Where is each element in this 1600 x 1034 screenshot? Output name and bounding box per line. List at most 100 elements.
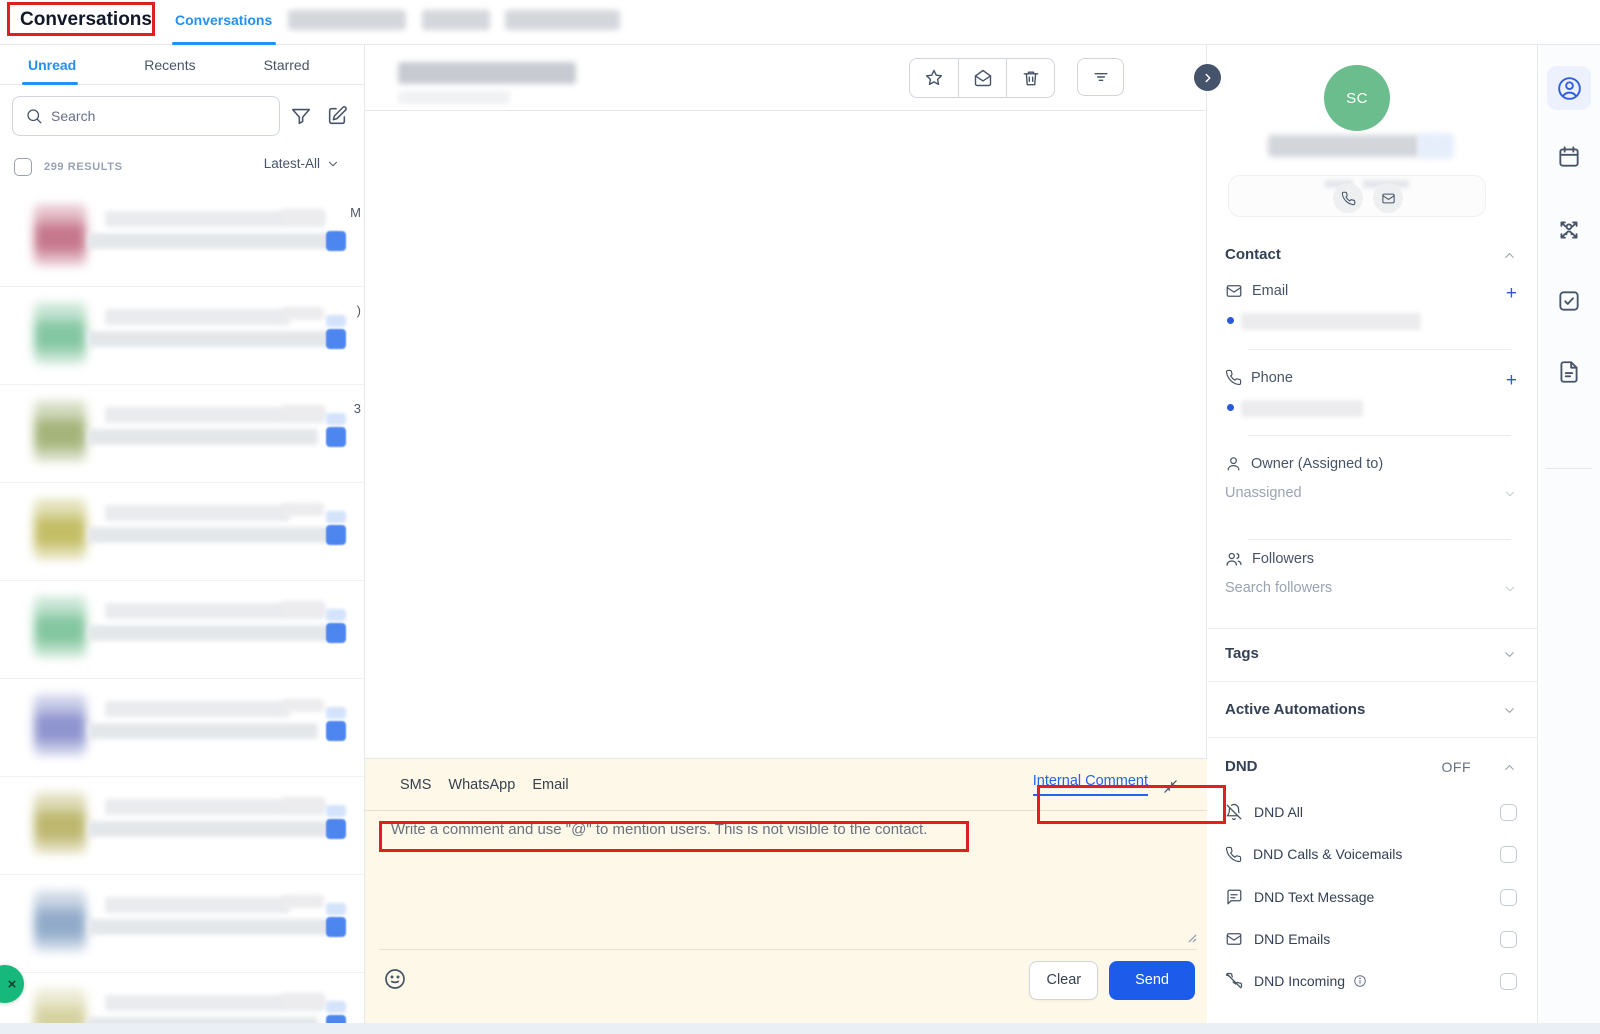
- email-button[interactable]: [1373, 183, 1403, 213]
- tab-email[interactable]: Email: [532, 777, 568, 793]
- chevron-down-icon[interactable]: [1502, 647, 1517, 662]
- chevron-down-icon[interactable]: [1503, 582, 1517, 596]
- bell-off-icon: [1225, 803, 1243, 821]
- tab-unread[interactable]: Unread: [28, 57, 76, 73]
- avatar: [34, 989, 86, 1023]
- search-row: [0, 85, 364, 147]
- redacted-preview: [88, 625, 340, 641]
- list-item[interactable]: [0, 483, 364, 581]
- avatar[interactable]: SC: [1324, 65, 1390, 131]
- owner-row: Owner (Assigned to): [1225, 455, 1383, 472]
- notes-icon[interactable]: [1547, 350, 1591, 394]
- add-phone-button[interactable]: +: [1506, 371, 1517, 390]
- nav-tab-redacted-1[interactable]: [288, 10, 406, 30]
- search-input[interactable]: [51, 108, 251, 124]
- quick-actions-card: [1228, 175, 1486, 217]
- star-button[interactable]: [910, 59, 958, 97]
- chevron-down-icon[interactable]: [1502, 703, 1517, 718]
- search-icon: [25, 107, 43, 125]
- redacted-preview: [88, 331, 340, 347]
- list-item[interactable]: [0, 679, 364, 777]
- dnd-emails-row: DND Emails: [1225, 928, 1517, 950]
- emoji-icon[interactable]: [383, 967, 409, 993]
- avatar: [34, 597, 86, 657]
- redacted-preview: [88, 723, 318, 739]
- tags-section[interactable]: Tags: [1225, 645, 1259, 662]
- list-item[interactable]: 3: [0, 385, 364, 483]
- calendar-icon[interactable]: [1547, 135, 1591, 179]
- list-item[interactable]: [0, 777, 364, 875]
- active-automations-section[interactable]: Active Automations: [1225, 701, 1365, 718]
- message-composer: SMS WhatsApp Email Internal Comment Writ…: [365, 758, 1207, 1023]
- tab-whatsapp[interactable]: WhatsApp: [448, 777, 515, 793]
- followers-row: Followers: [1225, 550, 1314, 568]
- redacted-preview: [88, 233, 340, 249]
- badge-echo: [326, 315, 346, 327]
- collapse-composer-icon[interactable]: [1162, 778, 1179, 795]
- nav-tab-redacted-2[interactable]: [422, 10, 490, 30]
- dnd-all-checkbox[interactable]: [1500, 803, 1517, 821]
- unread-badge: [326, 917, 346, 937]
- chevron-up-icon[interactable]: [1502, 248, 1517, 263]
- list-item[interactable]: M: [0, 189, 364, 287]
- followers-search[interactable]: Search followers: [1225, 580, 1332, 596]
- filter-funnel-icon[interactable]: [290, 105, 314, 129]
- call-button[interactable]: [1333, 183, 1363, 213]
- select-all-checkbox[interactable]: [14, 158, 32, 176]
- send-button[interactable]: Send: [1109, 960, 1195, 1000]
- tasks-icon[interactable]: [1547, 279, 1591, 323]
- badge-echo: [326, 805, 346, 817]
- header-actions: [909, 58, 1124, 98]
- search-box: [12, 96, 280, 136]
- tab-internal-comment[interactable]: Internal Comment: [1032, 773, 1148, 796]
- followers-label: Followers: [1252, 551, 1315, 567]
- phone-row: Phone: [1225, 369, 1293, 386]
- tab-sms[interactable]: SMS: [400, 777, 431, 793]
- associations-icon[interactable]: [1547, 208, 1591, 252]
- list-item[interactable]: [0, 875, 364, 973]
- owner-select[interactable]: Unassigned: [1225, 485, 1302, 501]
- add-email-button[interactable]: +: [1506, 284, 1517, 303]
- redacted-timestamp: [282, 503, 324, 516]
- delete-button[interactable]: [1006, 59, 1054, 97]
- nav-tab-conversations[interactable]: Conversations: [175, 12, 272, 28]
- conversations-page: Conversations Conversations Unread Recen…: [0, 0, 1600, 1034]
- badge-echo: [326, 1001, 346, 1013]
- avatar: [34, 499, 86, 559]
- dnd-emails-checkbox[interactable]: [1500, 930, 1517, 948]
- dnd-status: OFF: [1441, 759, 1471, 775]
- list-item[interactable]: [0, 581, 364, 679]
- redacted-timestamp: [282, 405, 324, 418]
- contact-tab-icon[interactable]: [1547, 66, 1591, 110]
- dnd-section[interactable]: DND: [1225, 758, 1258, 775]
- right-icon-strip: [1539, 45, 1600, 1023]
- list-item[interactable]: ): [0, 287, 364, 385]
- compose-icon[interactable]: [326, 105, 350, 129]
- sort-dropdown[interactable]: Latest-All: [264, 156, 340, 171]
- expand-panel-button[interactable]: [1194, 64, 1221, 91]
- dnd-incoming-label: DND Incoming: [1254, 973, 1346, 989]
- dnd-calls-checkbox[interactable]: [1500, 845, 1517, 863]
- list-item[interactable]: [0, 973, 364, 1023]
- info-icon[interactable]: [1353, 974, 1367, 988]
- dnd-text-checkbox[interactable]: [1500, 888, 1517, 906]
- redacted-timestamp: [282, 307, 324, 320]
- dnd-all-row: DND All: [1225, 801, 1517, 823]
- contact-name-redacted-highlight: [1418, 133, 1454, 159]
- dnd-incoming-checkbox[interactable]: [1500, 972, 1517, 990]
- divider: [1208, 681, 1537, 682]
- resize-handle[interactable]: [1185, 931, 1197, 943]
- clear-button[interactable]: Clear: [1029, 960, 1099, 1000]
- tab-recents[interactable]: Recents: [144, 57, 195, 73]
- nav-tab-redacted-3[interactable]: [505, 10, 620, 30]
- sort-filter-button[interactable]: [1077, 58, 1124, 96]
- redacted-timestamp: [282, 895, 324, 908]
- dnd-incoming-row: DND Incoming: [1225, 970, 1517, 992]
- mark-unread-button[interactable]: [958, 59, 1006, 97]
- chevron-down-icon[interactable]: [1503, 487, 1517, 501]
- email-value-redacted: [1241, 313, 1421, 330]
- chevron-up-icon[interactable]: [1502, 760, 1517, 775]
- comment-input[interactable]: [391, 821, 1181, 933]
- tab-starred[interactable]: Starred: [264, 57, 310, 73]
- divider: [1208, 737, 1537, 738]
